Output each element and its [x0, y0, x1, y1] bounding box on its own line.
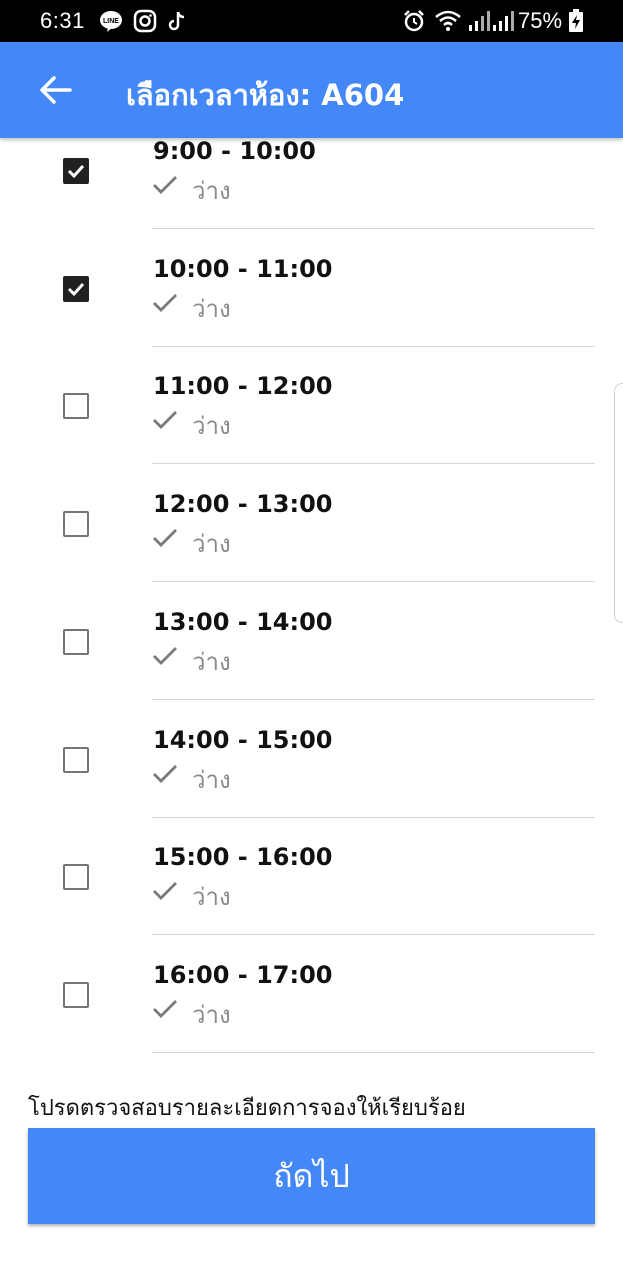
divider	[152, 345, 595, 347]
divider	[152, 698, 595, 700]
status-bar: 6:31 LINE 75%	[0, 0, 623, 42]
slot-time: 9:00 - 10:00	[153, 137, 316, 165]
divider	[152, 816, 595, 818]
slot-status: ว่าง	[192, 177, 231, 205]
line-icon: LINE	[100, 11, 122, 32]
page-title: เลือกเวลาห้อง: A604	[126, 78, 405, 112]
slot-status: ว่าง	[192, 530, 231, 559]
slot-time: 10:00 - 11:00	[153, 254, 333, 283]
slot-checkbox[interactable]	[63, 158, 89, 184]
slot-status: ว่าง	[192, 765, 231, 794]
slot-time: 12:00 - 13:00	[153, 490, 333, 519]
slot-status: ว่าง	[192, 883, 231, 912]
list-item[interactable]: 10:00 - 11:00 ว่าง	[0, 251, 623, 369]
check-icon	[153, 411, 177, 430]
slot-checkbox[interactable]	[63, 981, 89, 1008]
slot-time: 16:00 - 17:00	[153, 960, 333, 989]
app-bar: เลือกเวลาห้อง: A604	[0, 42, 623, 138]
list-item[interactable]: 15:00 - 16:00 ว่าง	[0, 839, 623, 957]
scroll-indicator[interactable]	[614, 383, 623, 623]
divider	[152, 228, 595, 229]
divider	[152, 463, 595, 465]
check-icon	[153, 999, 177, 1018]
list-item[interactable]: 13:00 - 14:00 ว่าง	[0, 604, 623, 722]
instagram-icon	[133, 9, 157, 33]
list-item[interactable]: 11:00 - 12:00 ว่าง	[0, 368, 623, 486]
check-icon	[153, 646, 177, 665]
tiktok-icon	[168, 11, 185, 31]
check-icon	[153, 293, 177, 312]
next-button[interactable]: ถัดไป	[28, 1128, 595, 1224]
alarm-icon	[404, 10, 424, 32]
list-item[interactable]: 14:00 - 15:00 ว่าง	[0, 722, 623, 840]
checkmark-icon	[67, 282, 85, 296]
slot-checkbox[interactable]	[63, 628, 89, 655]
list-item[interactable]: 9:00 - 10:00 ว่าง	[0, 133, 623, 251]
wifi-icon	[435, 10, 461, 31]
svg-text:LINE: LINE	[103, 18, 119, 25]
slot-time: 14:00 - 15:00	[153, 725, 333, 754]
checkmark-icon	[67, 164, 85, 179]
battery-charging-icon	[569, 9, 583, 32]
arrow-back-icon[interactable]	[36, 72, 76, 108]
confirmation-note: โปรดตรวจสอบรายละเอียดการจองให้เรียบร้อย	[28, 1096, 466, 1121]
slot-status: ว่าง	[192, 1000, 231, 1029]
slot-checkbox[interactable]	[63, 393, 89, 420]
check-icon	[153, 529, 177, 548]
slot-time: 11:00 - 12:00	[153, 372, 333, 401]
list-item[interactable]: 12:00 - 13:00 ว่าง	[0, 486, 623, 604]
slot-checkbox[interactable]	[63, 511, 89, 538]
slot-checkbox[interactable]	[63, 864, 89, 891]
check-icon	[153, 882, 177, 901]
check-icon	[153, 176, 177, 194]
status-time: 6:31	[40, 8, 85, 33]
check-icon	[153, 764, 177, 783]
slot-status: ว่าง	[192, 294, 231, 323]
battery-percent: 75%	[518, 8, 563, 33]
slot-status: ว่าง	[192, 647, 231, 676]
list-item[interactable]: 16:00 - 17:00 ว่าง	[0, 957, 623, 1075]
divider	[152, 581, 595, 583]
signal-icon	[493, 11, 514, 31]
divider	[152, 1051, 595, 1053]
slot-checkbox[interactable]	[63, 746, 89, 773]
slot-time: 13:00 - 14:00	[153, 607, 333, 636]
slot-time: 15:00 - 16:00	[153, 843, 333, 872]
divider	[152, 934, 595, 936]
slot-checkbox[interactable]	[63, 275, 89, 302]
slot-status: ว่าง	[192, 412, 231, 441]
signal-icon	[469, 11, 490, 31]
